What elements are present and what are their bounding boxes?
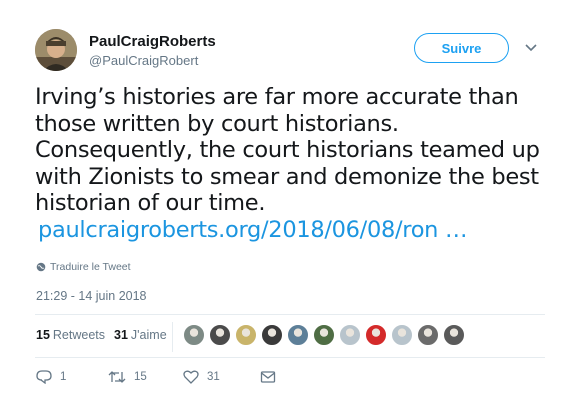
- liker-avatars: [183, 324, 469, 346]
- retweets-count: 15: [36, 328, 50, 342]
- liker-avatar[interactable]: [209, 324, 231, 346]
- retweet-count: 15: [134, 371, 147, 383]
- reply-icon: [36, 370, 52, 384]
- avatar[interactable]: [35, 29, 77, 71]
- stat-separator: [172, 322, 173, 352]
- liker-avatar[interactable]: [183, 324, 205, 346]
- tweet-line: those written by court historians.: [35, 110, 399, 137]
- tweet-line: with Zionists to smear and demonize the …: [35, 163, 539, 190]
- retweet-button[interactable]: 15: [108, 370, 183, 384]
- liker-avatar[interactable]: [443, 324, 465, 346]
- like-count: 31: [207, 371, 220, 383]
- translate-label: Traduire le Tweet: [50, 261, 131, 273]
- liker-avatar[interactable]: [261, 324, 283, 346]
- retweets-label: Retweets: [52, 328, 106, 342]
- direct-message-button[interactable]: [260, 370, 284, 384]
- follow-button[interactable]: Suivre: [414, 33, 509, 63]
- user-handle[interactable]: @PaulCraigRobert: [89, 53, 198, 68]
- tweet-actions: 1 15 31: [36, 370, 284, 384]
- tweet-line: Irving’s histories are far more accurate…: [35, 84, 519, 110]
- liker-avatar[interactable]: [235, 324, 257, 346]
- like-button[interactable]: 31: [183, 370, 260, 384]
- heart-icon: [183, 370, 199, 384]
- envelope-icon: [260, 371, 276, 383]
- likes-count: 31: [114, 328, 128, 342]
- tweet-stats: 15 Retweets 31 J'aime: [36, 328, 167, 342]
- tweet-link[interactable]: paulcraigroberts.org/2018/06/08/ron …: [35, 217, 545, 244]
- tweet-timestamp[interactable]: 21:29 - 14 juin 2018: [36, 289, 147, 303]
- globe-icon: [36, 262, 46, 272]
- likes-stat[interactable]: 31 J'aime: [114, 328, 167, 342]
- liker-avatar[interactable]: [391, 324, 413, 346]
- avatar-photo-icon: [35, 29, 77, 71]
- tweet-line: historian of our time.: [35, 190, 266, 216]
- liker-avatar[interactable]: [313, 324, 335, 346]
- tweet-card: PaulCraigRoberts @PaulCraigRobert Suivre…: [0, 0, 576, 412]
- translate-tweet-link[interactable]: Traduire le Tweet: [36, 261, 131, 273]
- tweet-text: Irving’s histories are far more accurate…: [35, 84, 545, 243]
- likes-label: J'aime: [130, 328, 167, 342]
- retweet-icon: [108, 371, 126, 383]
- reply-button[interactable]: 1: [36, 370, 108, 384]
- display-name[interactable]: PaulCraigRoberts: [89, 33, 216, 50]
- reply-count: 1: [60, 371, 67, 383]
- divider: [35, 357, 545, 358]
- divider: [35, 314, 545, 315]
- chevron-down-icon[interactable]: [524, 43, 538, 53]
- retweets-stat[interactable]: 15 Retweets: [36, 328, 105, 342]
- liker-avatar[interactable]: [365, 324, 387, 346]
- liker-avatar[interactable]: [287, 324, 309, 346]
- tweet-line: Consequently, the court historians teame…: [35, 137, 540, 163]
- liker-avatar[interactable]: [339, 324, 361, 346]
- liker-avatar[interactable]: [417, 324, 439, 346]
